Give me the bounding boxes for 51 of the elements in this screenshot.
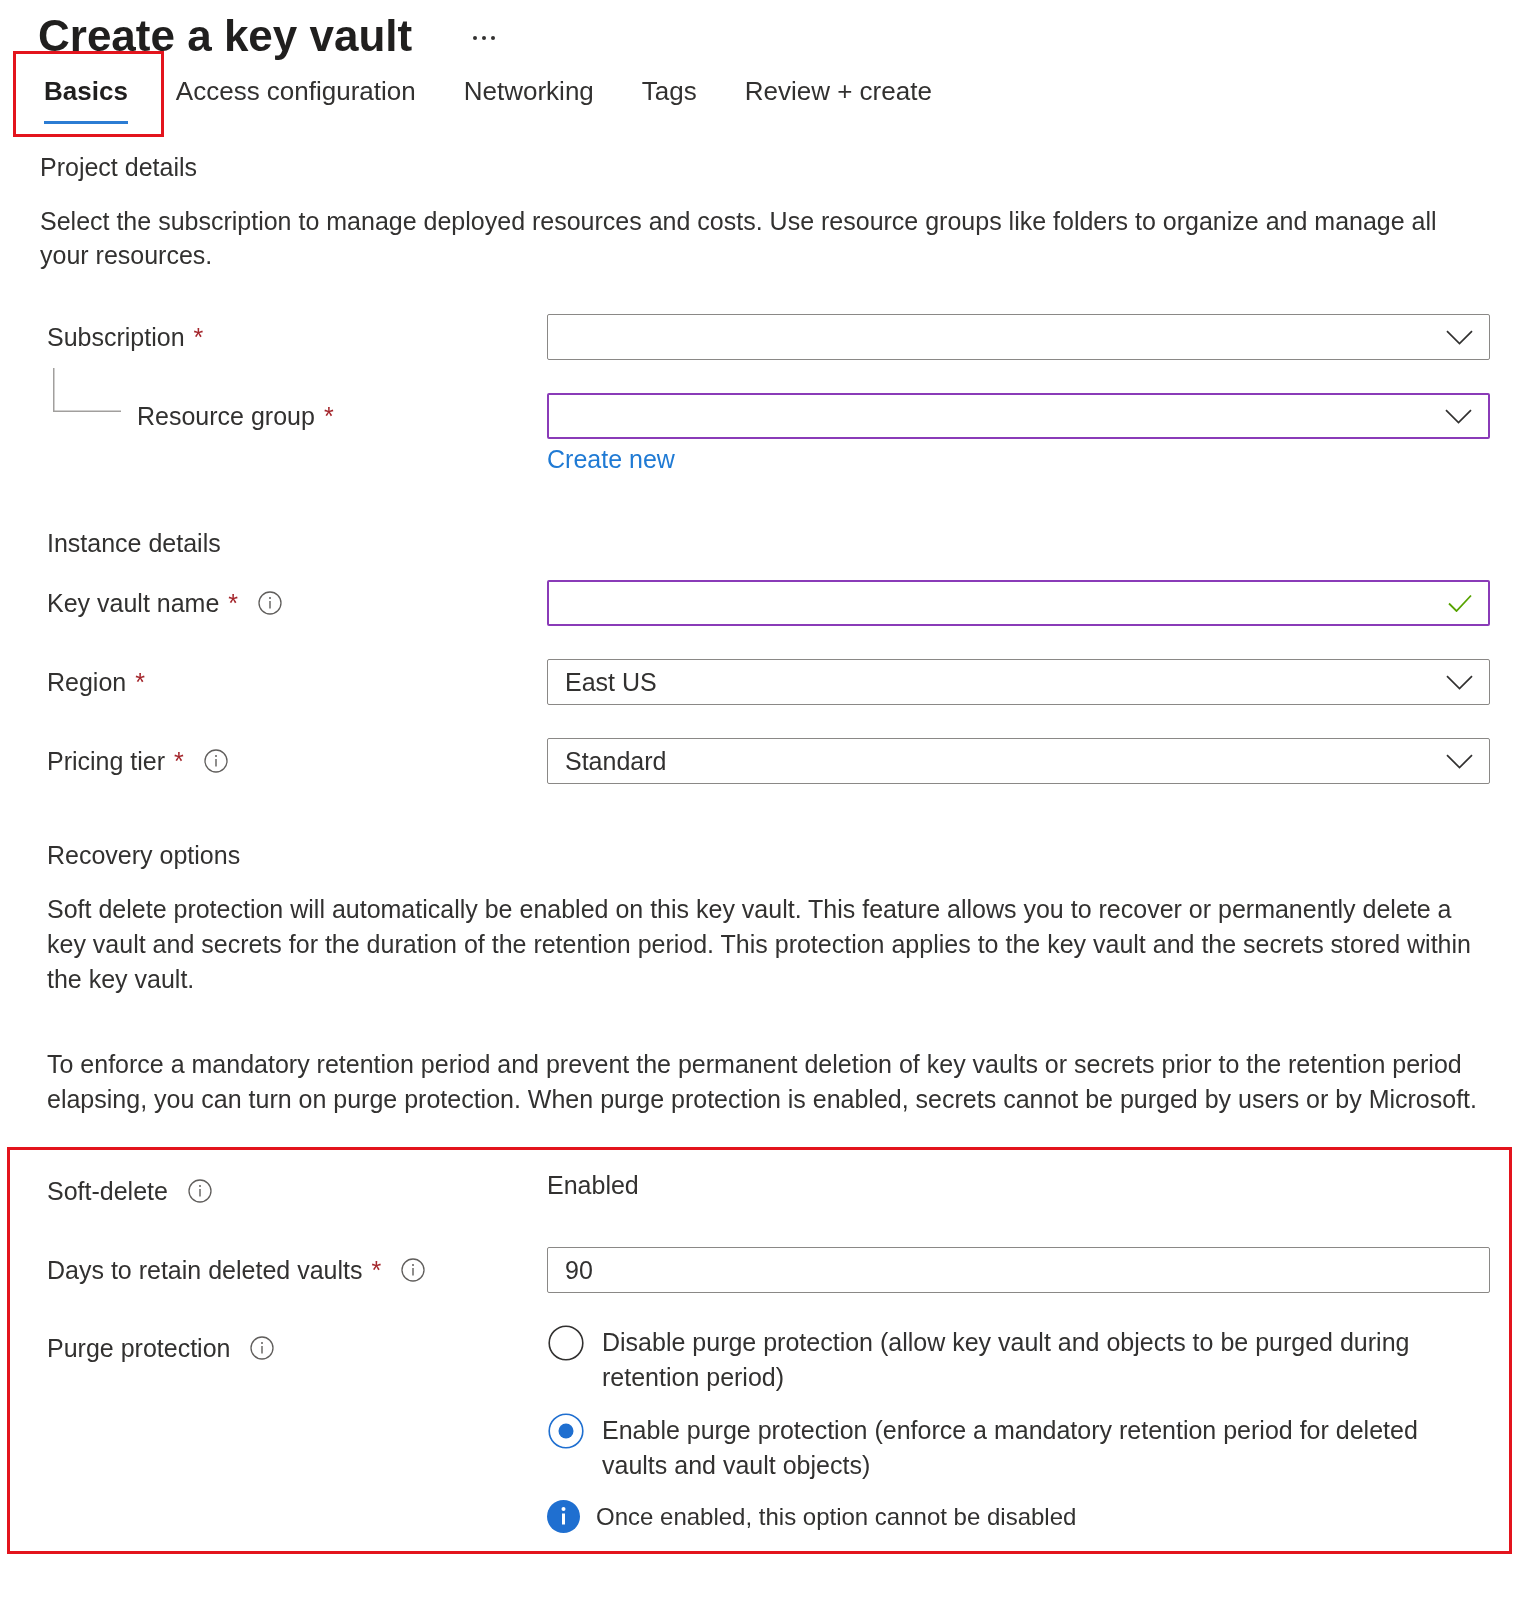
- required-mark: *: [228, 588, 239, 619]
- description-text: Soft delete protection will automatically be enabled on this key vault. This feature allows you to recover or permanently delete a key vault and secrets for the duration of the retention period. This protection applies to the key vault and the secrets stored within the key vault.: [47, 894, 1472, 995]
- field-label: Region: [47, 667, 127, 698]
- field-label: Resource group: [137, 401, 315, 432]
- text-input[interactable]: [547, 580, 1490, 626]
- required-mark: *: [174, 746, 184, 777]
- tab[interactable]: Basics: [44, 68, 128, 124]
- dropdown[interactable]: [547, 393, 1490, 439]
- section-heading: Project details: [40, 152, 199, 183]
- chevron-down-icon: [1446, 329, 1473, 345]
- chevron-down-icon: [1445, 408, 1472, 424]
- dropdown[interactable]: East US: [547, 659, 1490, 705]
- required-mark: *: [193, 322, 204, 353]
- info-icon[interactable]: [258, 591, 283, 615]
- field-label: Days to retain deleted vaults: [47, 1255, 363, 1286]
- tab[interactable]: Review + create: [744, 68, 932, 124]
- text-input[interactable]: 90: [547, 1247, 1490, 1293]
- required-mark: *: [135, 667, 145, 698]
- dropdown[interactable]: [547, 314, 1490, 360]
- chevron-down-icon: [1446, 674, 1473, 690]
- info-icon[interactable]: [401, 1258, 426, 1282]
- required-mark: *: [323, 401, 334, 432]
- field-label: Purge protection: [47, 1333, 231, 1364]
- more-icon[interactable]: [472, 35, 497, 41]
- create-new-link[interactable]: Create new: [547, 445, 675, 473]
- tab[interactable]: Tags: [641, 68, 697, 124]
- radio-button-icon[interactable]: [548, 1325, 584, 1361]
- chevron-down-icon: [1446, 753, 1473, 769]
- required-mark: *: [371, 1255, 382, 1286]
- description-text: To enforce a mandatory retention period and prevent the permanent deletion of key vaults or secrets prior to the retention period elapsing, you can turn on purge protection. When purge protection is enabled, secrets cannot be purged by users or by Microsoft.: [47, 1049, 1478, 1115]
- section-heading: Instance details: [47, 528, 222, 559]
- field-label: Pricing tier: [47, 746, 166, 777]
- radio-option[interactable]: Enable purge protection (enforce a mandatory retention period for deleted vaults and vault objects): [548, 1413, 1490, 1483]
- field-value: Enabled: [547, 1170, 639, 1201]
- section-heading: Recovery options: [47, 840, 242, 871]
- radio-option[interactable]: Disable purge protection (allow key vault and objects to be purged during retention period): [548, 1325, 1490, 1395]
- dropdown[interactable]: Standard: [547, 738, 1490, 784]
- description-text: Select the subscription to manage deployed resources and costs. Use resource groups like folders to organize and manage all your resources.: [40, 206, 1438, 271]
- info-icon[interactable]: [203, 749, 228, 773]
- radio-button-icon[interactable]: [548, 1413, 584, 1449]
- info-icon[interactable]: [250, 1336, 275, 1360]
- tree-connector-line: [53, 368, 121, 412]
- field-label: Subscription: [47, 322, 185, 353]
- page-title: Create a key vault: [38, 10, 413, 62]
- field-label: Soft-delete: [47, 1176, 168, 1207]
- info-icon[interactable]: [187, 1179, 212, 1203]
- info-filled-icon: [547, 1500, 580, 1533]
- tab[interactable]: Access configuration: [175, 68, 416, 124]
- note-text: Once enabled, this option cannot be disabled: [596, 1501, 1077, 1532]
- tab[interactable]: Networking: [463, 68, 594, 124]
- field-label: Key vault name: [47, 588, 220, 619]
